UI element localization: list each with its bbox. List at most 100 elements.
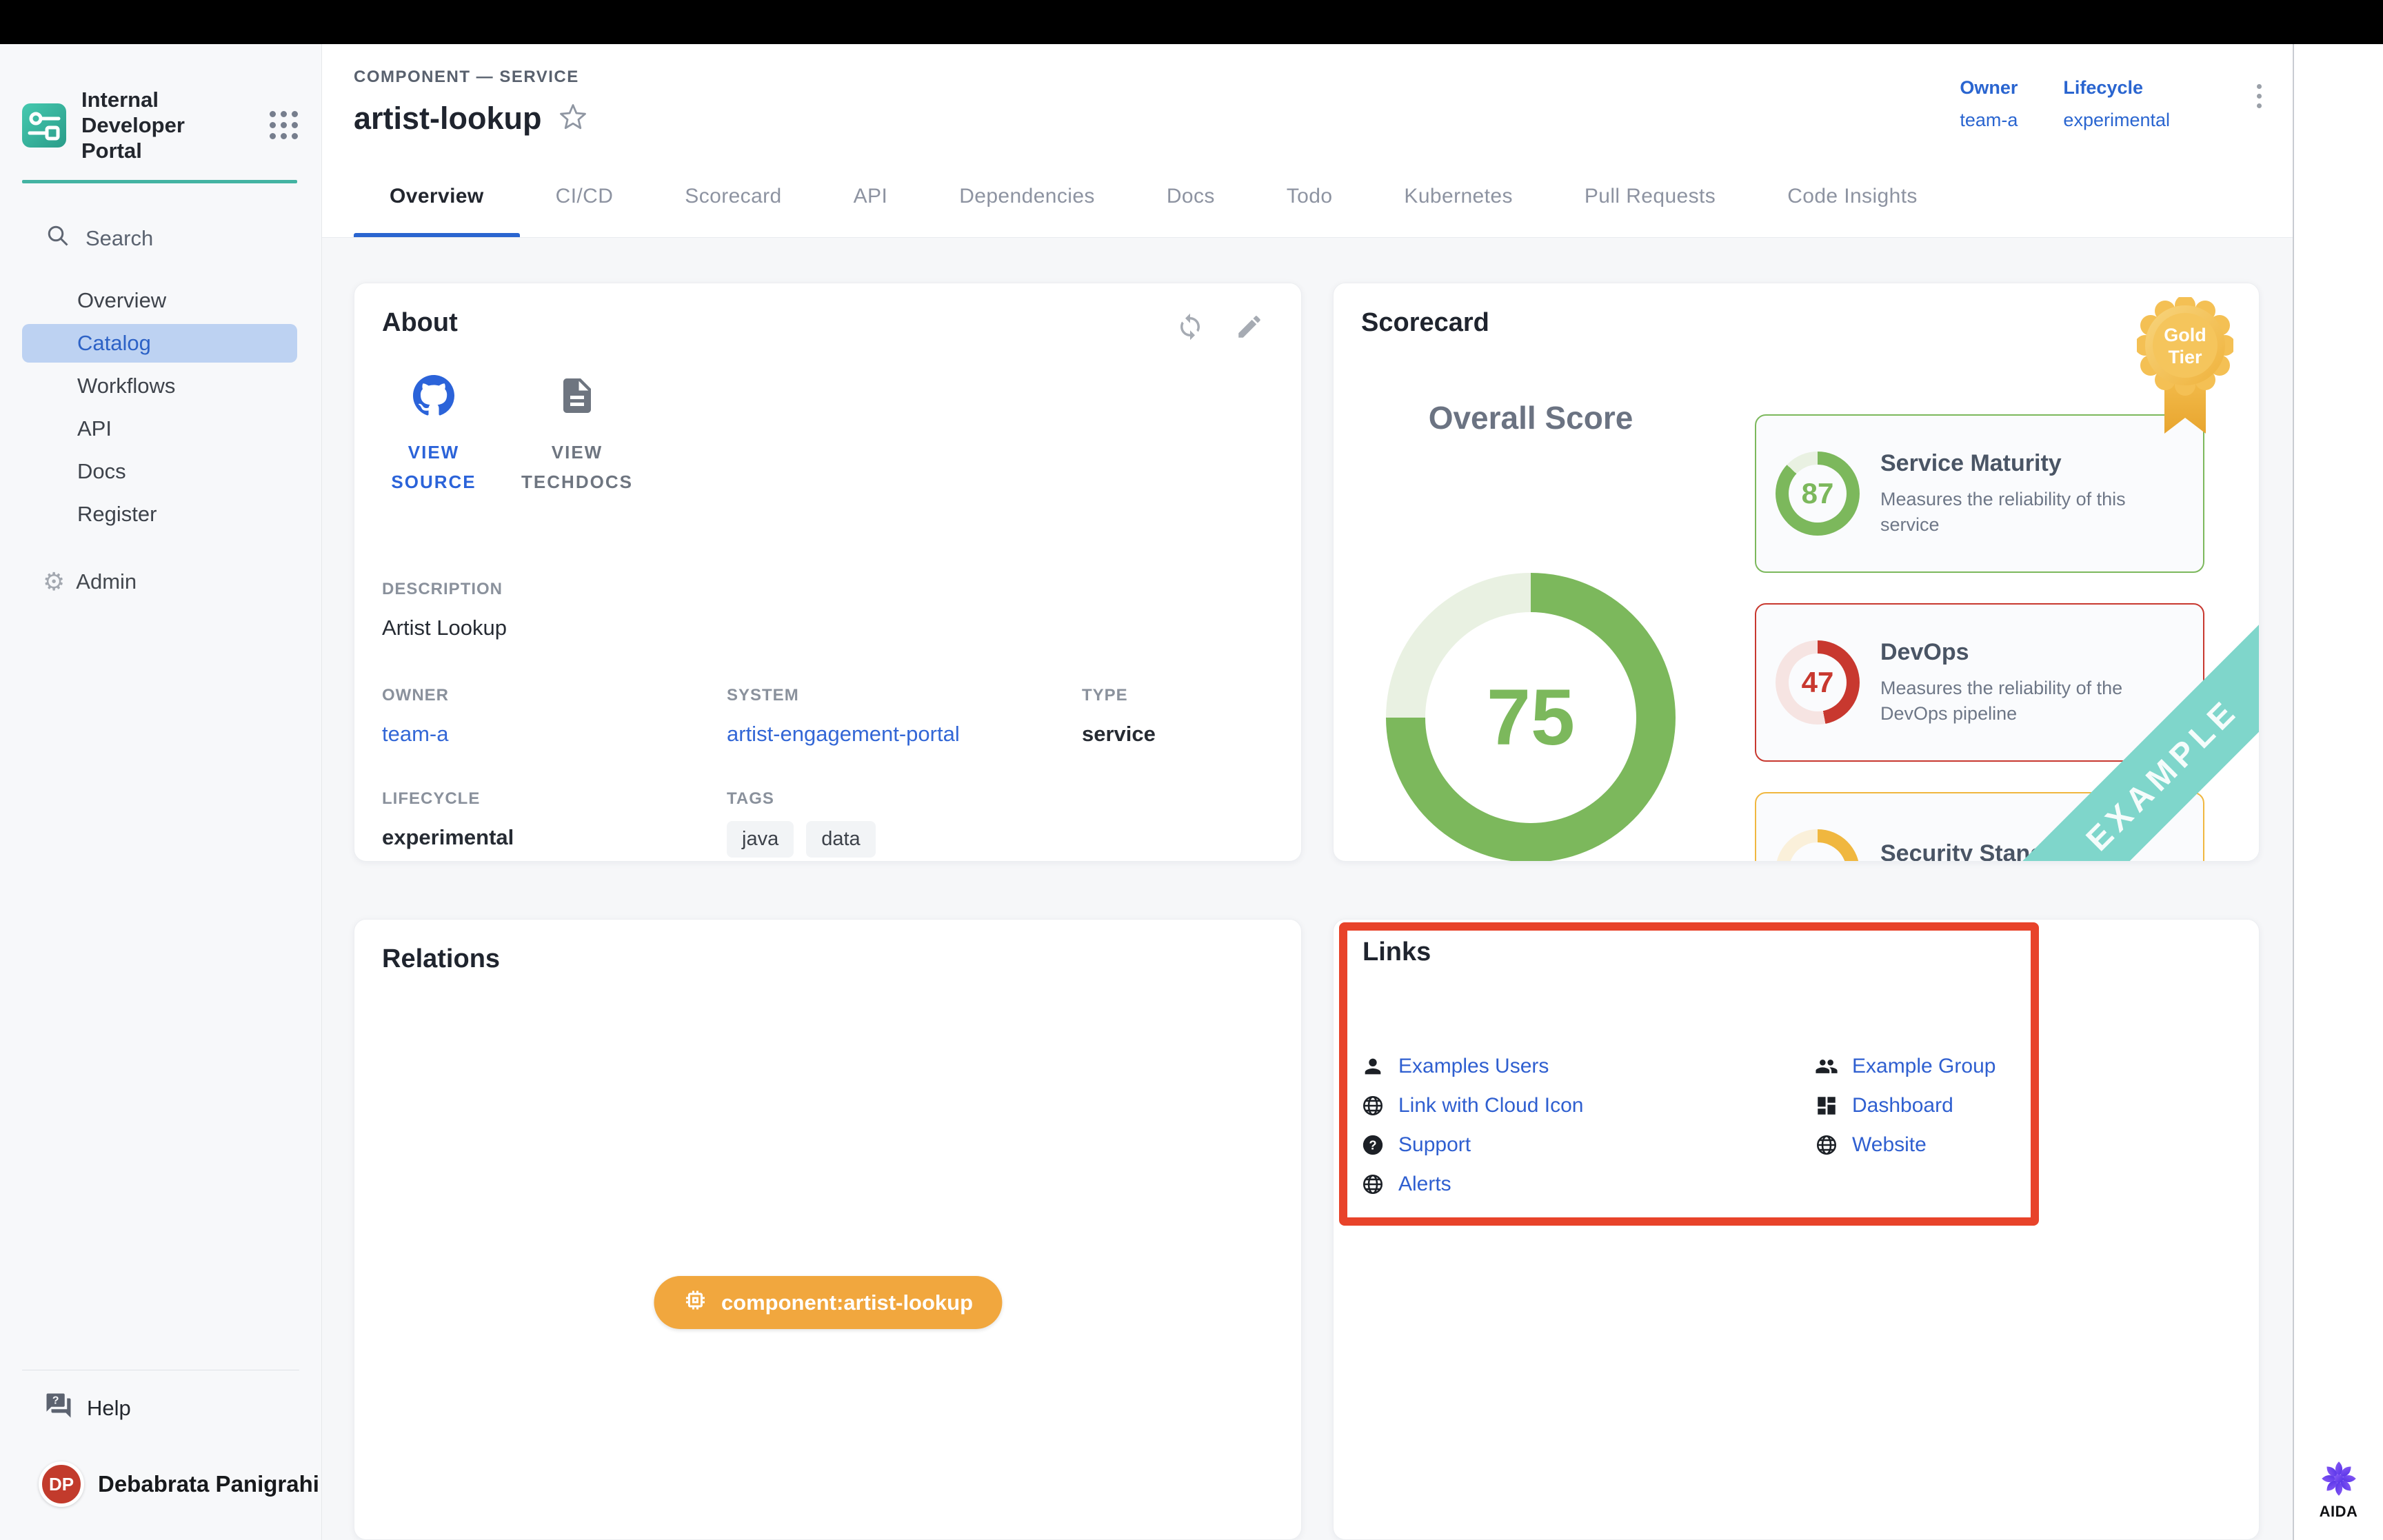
metric-gauge: 74	[1776, 829, 1860, 862]
link-website[interactable]: Website	[1815, 1125, 1995, 1164]
portal-logo-icon	[22, 103, 66, 148]
content-area: About	[322, 238, 2293, 1540]
header-owner[interactable]: Owner team-a	[1960, 77, 2018, 155]
sidebar-item-workflows[interactable]: Workflows	[22, 367, 297, 405]
sidebar: Internal Developer Portal Search Overvie…	[0, 44, 322, 1540]
edit-pencil-icon[interactable]	[1235, 312, 1264, 345]
page-header: COMPONENT — SERVICE artist-lookup Owner …	[322, 44, 2293, 155]
about-title: About	[382, 308, 458, 338]
svg-text:?: ?	[1369, 1137, 1376, 1152]
system-link[interactable]: artist-engagement-portal	[727, 722, 1082, 747]
search-icon	[46, 223, 70, 254]
help-circle-icon: ?	[1361, 1133, 1385, 1157]
sidebar-nav: Overview Catalog Workflows API Docs Regi…	[0, 281, 321, 538]
tag-chip[interactable]: java	[727, 821, 794, 858]
tab-pull-requests[interactable]: Pull Requests	[1549, 155, 1751, 237]
sidebar-help[interactable]: ? Help	[44, 1391, 321, 1426]
metric-gauge: 87	[1776, 452, 1860, 536]
overall-score-gauge: 75	[1386, 573, 1676, 862]
sidebar-item-api[interactable]: API	[22, 409, 297, 448]
tab-bar: Overview CI/CD Scorecard API Dependencie…	[322, 155, 2293, 238]
scorecard-title: Scorecard	[1361, 308, 1489, 338]
tab-api[interactable]: API	[818, 155, 924, 237]
globe-icon	[1361, 1173, 1385, 1196]
tab-scorecard[interactable]: Scorecard	[649, 155, 817, 237]
link-with-cloud-icon[interactable]: Link with Cloud Icon	[1361, 1086, 1815, 1125]
sidebar-search[interactable]: Search	[46, 223, 321, 254]
overall-score-label: Overall Score	[1386, 399, 1676, 436]
gold-tier-badge: Gold Tier	[2137, 297, 2233, 443]
main-area: COMPONENT — SERVICE artist-lookup Owner …	[322, 44, 2293, 1540]
dashboard-icon	[1815, 1094, 1838, 1117]
right-gutter: AIDA	[2293, 44, 2383, 1540]
avatar: DP	[39, 1461, 84, 1507]
document-icon	[556, 375, 598, 420]
relations-title: Relations	[382, 944, 1274, 974]
chip-icon	[683, 1288, 707, 1318]
tag-chip[interactable]: data	[806, 821, 875, 858]
description-label: DESCRIPTION	[382, 580, 1274, 599]
user-name: Debabrata Panigrahi	[98, 1471, 319, 1497]
aida-widget[interactable]: AIDA	[2320, 1460, 2358, 1521]
tab-docs[interactable]: Docs	[1131, 155, 1251, 237]
link-support[interactable]: ? Support	[1361, 1125, 1815, 1164]
owner-link[interactable]: team-a	[382, 722, 727, 747]
aida-label: AIDA	[2320, 1503, 2358, 1521]
about-lifecycle-field: LIFECYCLE experimental	[382, 789, 727, 858]
refresh-icon[interactable]	[1176, 312, 1205, 345]
link-dashboard[interactable]: Dashboard	[1815, 1086, 1995, 1125]
about-card: About	[354, 283, 1302, 862]
help-chat-icon: ?	[44, 1391, 73, 1426]
metric-devops[interactable]: 47 DevOps Measures the reliability of th…	[1755, 603, 2204, 762]
view-source-link[interactable]: VIEW SOURCE	[382, 375, 485, 497]
about-system-field: SYSTEM artist-engagement-portal	[727, 686, 1082, 747]
github-icon	[413, 375, 454, 420]
header-lifecycle[interactable]: Lifecycle experimental	[2063, 77, 2170, 155]
user-icon	[1361, 1055, 1385, 1078]
globe-icon	[1361, 1094, 1385, 1117]
links-list: Examples Users Link with Cloud Icon	[1361, 1046, 1995, 1204]
relations-card: Relations component:artist-lookup	[354, 919, 1302, 1540]
svg-text:?: ?	[52, 1395, 59, 1406]
tab-cicd[interactable]: CI/CD	[520, 155, 650, 237]
metric-gauge: 47	[1776, 640, 1860, 725]
relation-node-component[interactable]: component:artist-lookup	[654, 1276, 1002, 1329]
tab-code-insights[interactable]: Code Insights	[1751, 155, 1953, 237]
sidebar-item-catalog[interactable]: Catalog	[22, 324, 297, 363]
svg-text:Gold: Gold	[2164, 325, 2206, 345]
links-title: Links	[1363, 938, 1431, 967]
about-type-field: TYPE service	[1082, 686, 1274, 747]
link-example-group[interactable]: Example Group	[1815, 1046, 1995, 1086]
svg-text:Tier: Tier	[2168, 347, 2202, 367]
scorecard-card: Scorecard Overall Score 75 87 Service Ma…	[1333, 283, 2260, 862]
about-owner-field: OWNER team-a	[382, 686, 727, 747]
globe-icon	[1815, 1133, 1838, 1157]
apps-grid-icon[interactable]	[270, 111, 298, 139]
aida-flower-icon	[2320, 1460, 2357, 1497]
sidebar-item-admin[interactable]: ⚙ Admin	[43, 569, 321, 594]
group-icon	[1815, 1055, 1838, 1078]
link-examples-users[interactable]: Examples Users	[1361, 1046, 1815, 1086]
breadcrumb: COMPONENT — SERVICE	[354, 68, 587, 87]
page-title: artist-lookup	[354, 101, 542, 136]
gear-icon: ⚙	[43, 569, 65, 594]
link-alerts[interactable]: Alerts	[1361, 1164, 1815, 1204]
kebab-menu-icon[interactable]	[2257, 77, 2262, 155]
sidebar-item-register[interactable]: Register	[22, 495, 297, 534]
tab-kubernetes[interactable]: Kubernetes	[1368, 155, 1548, 237]
sidebar-item-docs[interactable]: Docs	[22, 452, 297, 491]
about-tags-field: TAGS java data	[727, 789, 1082, 858]
sidebar-item-overview[interactable]: Overview	[22, 281, 297, 320]
portal-title: Internal Developer Portal	[81, 87, 240, 163]
star-icon[interactable]	[559, 103, 587, 135]
tab-todo[interactable]: Todo	[1251, 155, 1369, 237]
search-label: Search	[86, 226, 153, 251]
tab-dependencies[interactable]: Dependencies	[923, 155, 1131, 237]
view-techdocs-link[interactable]: VIEW TECHDOCS	[525, 375, 629, 497]
top-black-bar	[0, 0, 2383, 44]
sidebar-accent-rule	[22, 180, 297, 183]
description-value: Artist Lookup	[382, 616, 1274, 640]
links-card: Links Examples Users	[1333, 919, 2260, 1540]
user-menu[interactable]: DP Debabrata Panigrahi	[39, 1461, 321, 1507]
tab-overview[interactable]: Overview	[354, 155, 520, 237]
